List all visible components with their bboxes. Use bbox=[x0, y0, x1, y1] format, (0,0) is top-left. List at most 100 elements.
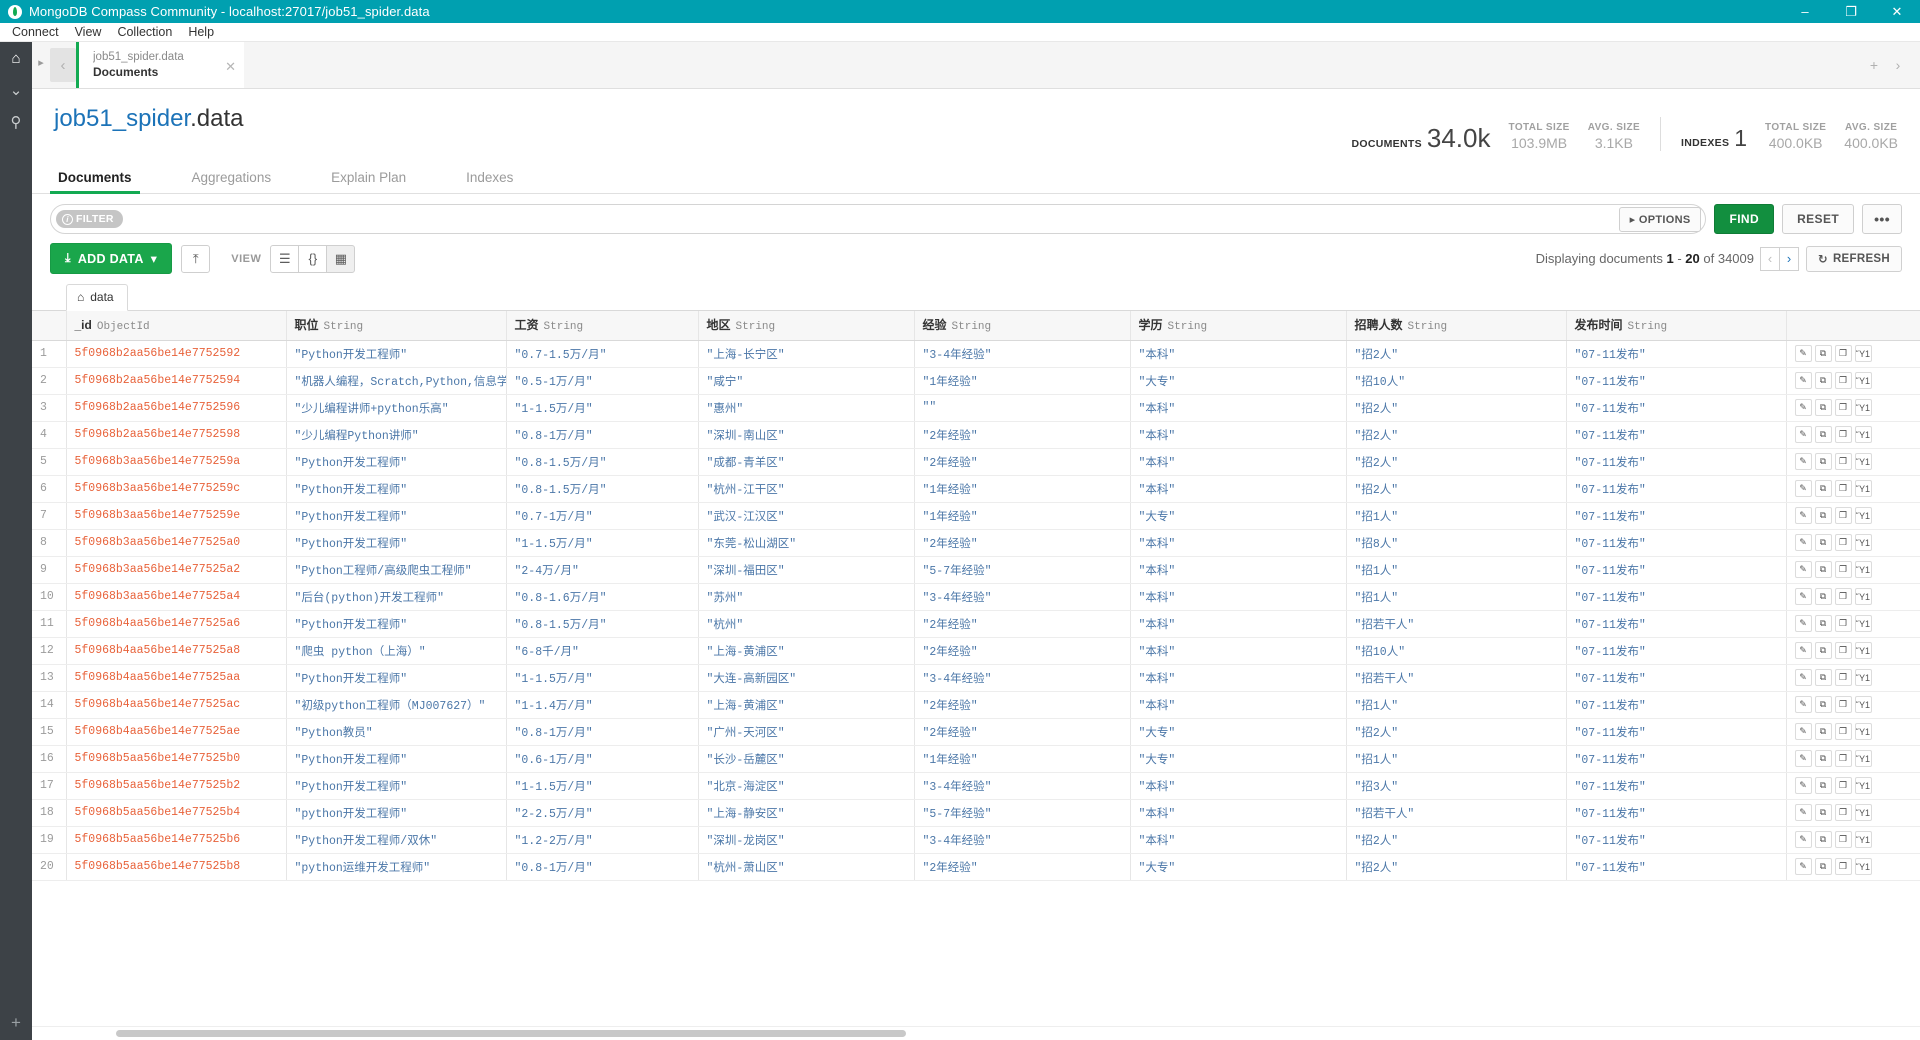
cell-招聘人数[interactable]: "招2人" bbox=[1346, 448, 1567, 476]
cell-地区[interactable]: "长沙-岳麓区" bbox=[698, 745, 915, 773]
cell-职位[interactable]: "Python工程师/高级爬虫工程师" bbox=[286, 556, 507, 584]
clone-icon[interactable]: ⧉ bbox=[1814, 480, 1832, 497]
cell-招聘人数[interactable]: "招2人" bbox=[1346, 340, 1567, 368]
cell-_id[interactable]: 5f0968b3aa56be14e77525a4 bbox=[66, 583, 287, 611]
delete-icon[interactable]: Ὕ1 bbox=[1854, 723, 1872, 740]
clone-icon[interactable]: ⧉ bbox=[1814, 588, 1832, 605]
cell-职位[interactable]: "Python开发工程师" bbox=[286, 340, 507, 368]
cell-地区[interactable]: "杭州-江干区" bbox=[698, 475, 915, 503]
tab-scroll-next-icon[interactable]: › bbox=[1888, 57, 1908, 73]
cell-工资[interactable]: "0.5-1万/月" bbox=[506, 367, 699, 395]
cell-地区[interactable]: "上海-长宁区" bbox=[698, 340, 915, 368]
tab-documents[interactable]: Documents bbox=[50, 161, 140, 194]
cell-发布时间[interactable]: "07-11发布" bbox=[1566, 529, 1787, 557]
delete-icon[interactable]: Ὕ1 bbox=[1854, 858, 1872, 875]
copy-icon[interactable]: ❐ bbox=[1834, 561, 1852, 578]
cell-经验[interactable]: "5-7年经验" bbox=[914, 799, 1131, 827]
tab-aggregations[interactable]: Aggregations bbox=[188, 161, 276, 193]
cell-经验[interactable]: "2年经验" bbox=[914, 610, 1131, 638]
doc-tab-data[interactable]: ⌂ data bbox=[66, 284, 128, 311]
cell-工资[interactable]: "2-4万/月" bbox=[506, 556, 699, 584]
cell-发布时间[interactable]: "07-11发布" bbox=[1566, 475, 1787, 503]
cell-招聘人数[interactable]: "招1人" bbox=[1346, 556, 1567, 584]
cell-工资[interactable]: "1-1.5万/月" bbox=[506, 664, 699, 692]
cell-学历[interactable]: "本科" bbox=[1130, 448, 1347, 476]
cell-_id[interactable]: 5f0968b5aa56be14e77525b8 bbox=[66, 853, 287, 881]
table-row[interactable]: 10 5f0968b3aa56be14e77525a4 "后台(python)开发工… bbox=[32, 583, 1920, 611]
cell-工资[interactable]: "0.8-1.5万/月" bbox=[506, 475, 699, 503]
scroll-thumb[interactable] bbox=[116, 1030, 906, 1037]
delete-icon[interactable]: Ὕ1 bbox=[1854, 669, 1872, 686]
edit-pencil-icon[interactable]: ✎ bbox=[1794, 561, 1812, 578]
cell-工资[interactable]: "0.8-1.5万/月" bbox=[506, 610, 699, 638]
add-connection-icon[interactable]: + bbox=[0, 1006, 32, 1040]
menu-collection[interactable]: Collection bbox=[109, 23, 180, 41]
cell-职位[interactable]: "少儿编程讲师+python乐高" bbox=[286, 394, 507, 422]
cell-地区[interactable]: "深圳-福田区" bbox=[698, 556, 915, 584]
table-row[interactable]: 20 5f0968b5aa56be14e77525b8 "python运维开发工程师… bbox=[32, 853, 1920, 881]
cell-地区[interactable]: "杭州" bbox=[698, 610, 915, 638]
cell-经验[interactable]: "2年经验" bbox=[914, 637, 1131, 665]
cell-_id[interactable]: 5f0968b2aa56be14e7752596 bbox=[66, 394, 287, 422]
cell-地区[interactable]: "苏州" bbox=[698, 583, 915, 611]
cell-_id[interactable]: 5f0968b2aa56be14e7752592 bbox=[66, 340, 287, 368]
cell-_id[interactable]: 5f0968b4aa56be14e77525ae bbox=[66, 718, 287, 746]
edit-pencil-icon[interactable]: ✎ bbox=[1794, 777, 1812, 794]
copy-icon[interactable]: ❐ bbox=[1834, 372, 1852, 389]
column-header-zhaopinrenshu[interactable]: 招聘人数 String bbox=[1346, 311, 1567, 341]
edit-pencil-icon[interactable]: ✎ bbox=[1794, 372, 1812, 389]
cell-学历[interactable]: "大专" bbox=[1130, 367, 1347, 395]
delete-icon[interactable]: Ὕ1 bbox=[1854, 507, 1872, 524]
clone-icon[interactable]: ⧉ bbox=[1814, 507, 1832, 524]
copy-icon[interactable]: ❐ bbox=[1834, 804, 1852, 821]
cell-招聘人数[interactable]: "招若干人" bbox=[1346, 610, 1567, 638]
cell-招聘人数[interactable]: "招2人" bbox=[1346, 421, 1567, 449]
table-row[interactable]: 15 5f0968b4aa56be14e77525ae "Python教员" "0.8… bbox=[32, 718, 1920, 746]
clone-icon[interactable]: ⧉ bbox=[1814, 723, 1832, 740]
cell-工资[interactable]: "0.8-1.5万/月" bbox=[506, 448, 699, 476]
edit-pencil-icon[interactable]: ✎ bbox=[1794, 345, 1812, 362]
delete-icon[interactable]: Ὕ1 bbox=[1854, 696, 1872, 713]
cell-发布时间[interactable]: "07-11发布" bbox=[1566, 772, 1787, 800]
cell-发布时间[interactable]: "07-11发布" bbox=[1566, 853, 1787, 881]
column-header-diqu[interactable]: 地区 String bbox=[698, 311, 915, 341]
delete-icon[interactable]: Ὕ1 bbox=[1854, 426, 1872, 443]
cell-工资[interactable]: "0.8-1万/月" bbox=[506, 421, 699, 449]
json-view-icon[interactable]: {} bbox=[298, 244, 328, 273]
cell-职位[interactable]: "Python开发工程师" bbox=[286, 502, 507, 530]
cell-工资[interactable]: "0.8-1万/月" bbox=[506, 853, 699, 881]
edit-pencil-icon[interactable]: ✎ bbox=[1794, 723, 1812, 740]
filter-box[interactable]: i FILTER ▸ OPTIONS bbox=[50, 204, 1707, 234]
cell-工资[interactable]: "0.7-1万/月" bbox=[506, 502, 699, 530]
cell-_id[interactable]: 5f0968b5aa56be14e77525b0 bbox=[66, 745, 287, 773]
cell-经验[interactable]: "1年经验" bbox=[914, 475, 1131, 503]
tab-forward-icon[interactable]: ▸ bbox=[32, 42, 50, 88]
cell-职位[interactable]: "少儿编程Python讲师" bbox=[286, 421, 507, 449]
cell-发布时间[interactable]: "07-11发布" bbox=[1566, 637, 1787, 665]
tab-indexes[interactable]: Indexes bbox=[462, 161, 517, 193]
minimize-button[interactable]: – bbox=[1782, 0, 1828, 23]
edit-pencil-icon[interactable]: ✎ bbox=[1794, 480, 1812, 497]
copy-icon[interactable]: ❐ bbox=[1834, 777, 1852, 794]
cell-发布时间[interactable]: "07-11发布" bbox=[1566, 340, 1787, 368]
table-view-icon[interactable]: ▦ bbox=[326, 244, 356, 273]
copy-icon[interactable]: ❐ bbox=[1834, 480, 1852, 497]
cell-工资[interactable]: "1.2-2万/月" bbox=[506, 826, 699, 854]
cell-学历[interactable]: "大专" bbox=[1130, 745, 1347, 773]
cell-地区[interactable]: "惠州" bbox=[698, 394, 915, 422]
cell-学历[interactable]: "本科" bbox=[1130, 691, 1347, 719]
delete-icon[interactable]: Ὕ1 bbox=[1854, 372, 1872, 389]
clone-icon[interactable]: ⧉ bbox=[1814, 453, 1832, 470]
cell-招聘人数[interactable]: "招1人" bbox=[1346, 502, 1567, 530]
cell-经验[interactable]: "1年经验" bbox=[914, 367, 1131, 395]
tab-explain-plan[interactable]: Explain Plan bbox=[327, 161, 410, 193]
menu-help[interactable]: Help bbox=[180, 23, 222, 41]
column-header-fabushijian[interactable]: 发布时间 String bbox=[1566, 311, 1787, 341]
table-row[interactable]: 11 5f0968b4aa56be14e77525a6 "Python开发工程师" "… bbox=[32, 610, 1920, 638]
cell-职位[interactable]: "Python开发工程师/双休" bbox=[286, 826, 507, 854]
edit-pencil-icon[interactable]: ✎ bbox=[1794, 804, 1812, 821]
cell-_id[interactable]: 5f0968b4aa56be14e77525a6 bbox=[66, 610, 287, 638]
edit-pencil-icon[interactable]: ✎ bbox=[1794, 615, 1812, 632]
menu-view[interactable]: View bbox=[67, 23, 110, 41]
delete-icon[interactable]: Ὕ1 bbox=[1854, 804, 1872, 821]
